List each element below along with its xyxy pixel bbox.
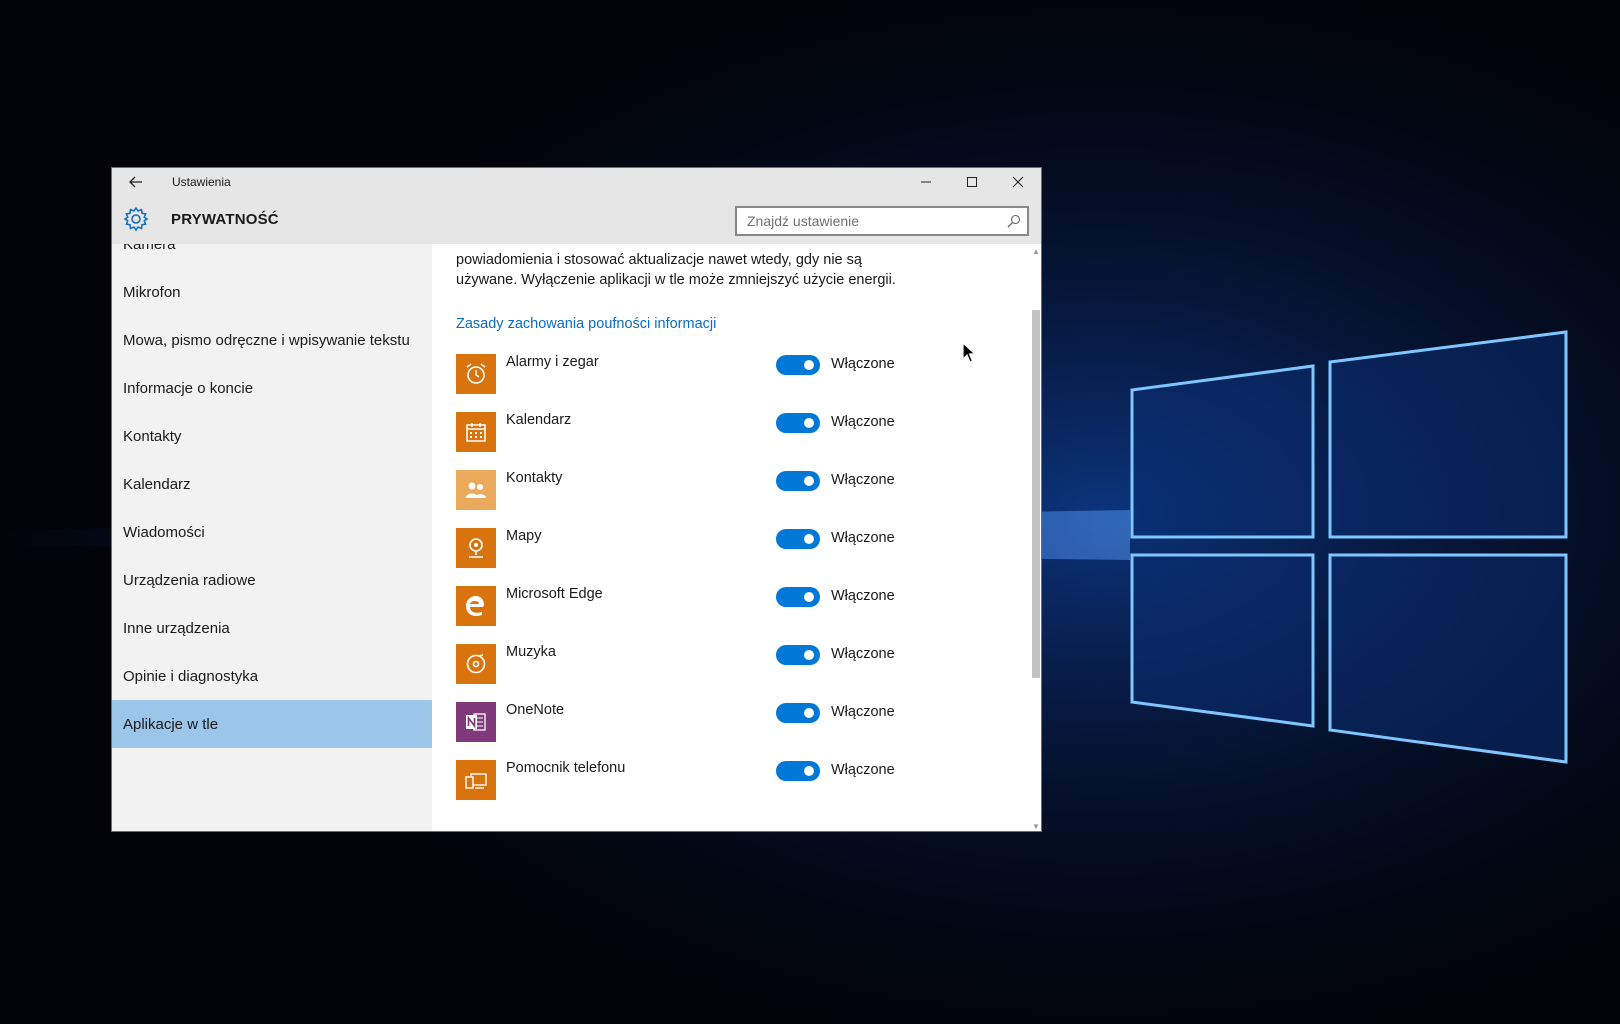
sidebar-item-label: Informacje o koncie	[123, 379, 254, 397]
toggle-knob	[804, 360, 814, 370]
toggle-knob	[804, 650, 814, 660]
app-name: Microsoft Edge	[506, 586, 603, 602]
toggle-switch[interactable]	[776, 703, 820, 723]
calendar-icon	[456, 412, 496, 452]
sidebar-item-label: Wiadomości	[123, 523, 205, 541]
main-content: powiadomienia i stosować aktualizacje na…	[432, 244, 1041, 831]
search-input[interactable]	[737, 208, 1007, 234]
settings-window: Ustawienia PRYWATNOŚĆ Kamera Mik	[111, 167, 1042, 832]
sidebar-item-contacts[interactable]: Kontakty	[112, 412, 432, 460]
app-row-contacts: Kontakty Włączone	[456, 470, 916, 510]
toggle-switch[interactable]	[776, 587, 820, 607]
toggle-knob	[804, 418, 814, 428]
app-name: Kontakty	[506, 470, 563, 486]
app-row-alarms: Alarmy i zegar Włączone	[456, 354, 916, 394]
toggle-state-label: Włączone	[831, 356, 895, 372]
close-button[interactable]	[995, 168, 1041, 196]
people-icon	[456, 470, 496, 510]
toggle-switch[interactable]	[776, 529, 820, 549]
privacy-policy-link[interactable]: Zasady zachowania poufności informacji	[456, 316, 716, 332]
toggle-knob	[804, 476, 814, 486]
mouse-cursor-icon	[962, 342, 977, 363]
app-name: Muzyka	[506, 644, 556, 660]
sidebar-item-label: Kontakty	[123, 427, 182, 445]
toggle-state-label: Włączone	[831, 646, 895, 662]
toggle-switch[interactable]	[776, 413, 820, 433]
sidebar-item-microphone[interactable]: Mikrofon	[112, 268, 432, 316]
toggle-knob	[804, 534, 814, 544]
settings-header: PRYWATNOŚĆ	[112, 196, 1041, 244]
phone-companion-icon	[456, 760, 496, 800]
search-icon[interactable]	[1007, 214, 1021, 228]
maps-icon	[456, 528, 496, 568]
arrow-left-icon	[129, 176, 142, 188]
sidebar-item-speech[interactable]: Mowa, pismo odręczne i wpisywanie tekstu	[112, 316, 432, 364]
music-icon	[456, 644, 496, 684]
title-bar: Ustawienia	[112, 168, 1041, 196]
minimize-button[interactable]	[903, 168, 949, 196]
alarm-clock-icon	[456, 354, 496, 394]
sidebar-item-label: Mikrofon	[123, 283, 181, 301]
sidebar-item-messaging[interactable]: Wiadomości	[112, 508, 432, 556]
gear-icon	[123, 206, 149, 232]
sidebar-item-label: Urządzenia radiowe	[123, 571, 256, 589]
sidebar-item-background-apps[interactable]: Aplikacje w tle	[112, 700, 432, 748]
toggle-knob	[804, 766, 814, 776]
sidebar-item-label: Mowa, pismo odręczne i wpisywanie tekstu	[123, 331, 410, 349]
description-line: używane. Wyłączenie aplikacji w tle może…	[456, 272, 896, 288]
toggle-switch[interactable]	[776, 645, 820, 665]
toggle-switch[interactable]	[776, 355, 820, 375]
app-row-maps: Mapy Włączone	[456, 528, 916, 568]
sidebar-item-calendar[interactable]: Kalendarz	[112, 460, 432, 508]
description-line: powiadomienia i stosować aktualizacje na…	[456, 252, 862, 268]
back-button[interactable]	[126, 172, 146, 192]
toggle-state-label: Włączone	[831, 472, 895, 488]
toggle-switch[interactable]	[776, 471, 820, 491]
description-text: powiadomienia i stosować aktualizacje na…	[456, 244, 916, 290]
toggle-state-label: Włączone	[831, 414, 895, 430]
sidebar-item-feedback[interactable]: Opinie i diagnostyka	[112, 652, 432, 700]
sidebar-item-account-info[interactable]: Informacje o koncie	[112, 364, 432, 412]
vertical-scrollbar[interactable]: ▲ ▼	[1031, 244, 1041, 831]
toggle-state-label: Włączone	[831, 704, 895, 720]
scroll-up-icon[interactable]: ▲	[1031, 246, 1041, 256]
page-title: PRYWATNOŚĆ	[171, 211, 279, 228]
app-name: Kalendarz	[506, 412, 572, 428]
sidebar-item-camera[interactable]: Kamera	[112, 244, 432, 268]
sidebar-item-label: Opinie i diagnostyka	[123, 667, 259, 685]
edge-icon	[456, 586, 496, 626]
toggle-knob	[804, 708, 814, 718]
maximize-icon	[967, 177, 977, 187]
app-row-edge: Microsoft Edge Włączone	[456, 586, 916, 626]
toggle-state-label: Włączone	[831, 762, 895, 778]
window-title: Ustawienia	[172, 175, 231, 189]
sidebar: Kamera Mikrofon Mowa, pismo odręczne i w…	[112, 244, 432, 831]
app-name: Mapy	[506, 528, 542, 544]
app-name: Alarmy i zegar	[506, 354, 599, 370]
close-icon	[1012, 176, 1024, 188]
toggle-state-label: Włączone	[831, 588, 895, 604]
app-row-phone-companion: Pomocnik telefonu Włączone	[456, 760, 916, 800]
scroll-down-icon[interactable]: ▼	[1031, 821, 1041, 831]
app-row-onenote: OneNote Włączone	[456, 702, 916, 742]
sidebar-item-label: Inne urządzenia	[123, 619, 230, 637]
toggle-knob	[804, 592, 814, 602]
maximize-button[interactable]	[949, 168, 995, 196]
toggle-state-label: Włączone	[831, 530, 895, 546]
scroll-thumb[interactable]	[1032, 310, 1040, 678]
sidebar-item-label: Kamera	[123, 244, 176, 253]
sidebar-item-radios[interactable]: Urządzenia radiowe	[112, 556, 432, 604]
sidebar-item-label: Kalendarz	[123, 475, 191, 493]
onenote-icon	[456, 702, 496, 742]
app-name: Pomocnik telefonu	[506, 760, 626, 776]
app-row-calendar: Kalendarz Włączone	[456, 412, 916, 452]
app-row-music: Muzyka Włączone	[456, 644, 916, 684]
minimize-icon	[921, 181, 931, 183]
sidebar-item-other-devices[interactable]: Inne urządzenia	[112, 604, 432, 652]
app-name: OneNote	[506, 702, 565, 718]
search-box[interactable]	[735, 206, 1029, 236]
sidebar-item-label: Aplikacje w tle	[123, 715, 219, 733]
toggle-switch[interactable]	[776, 761, 820, 781]
